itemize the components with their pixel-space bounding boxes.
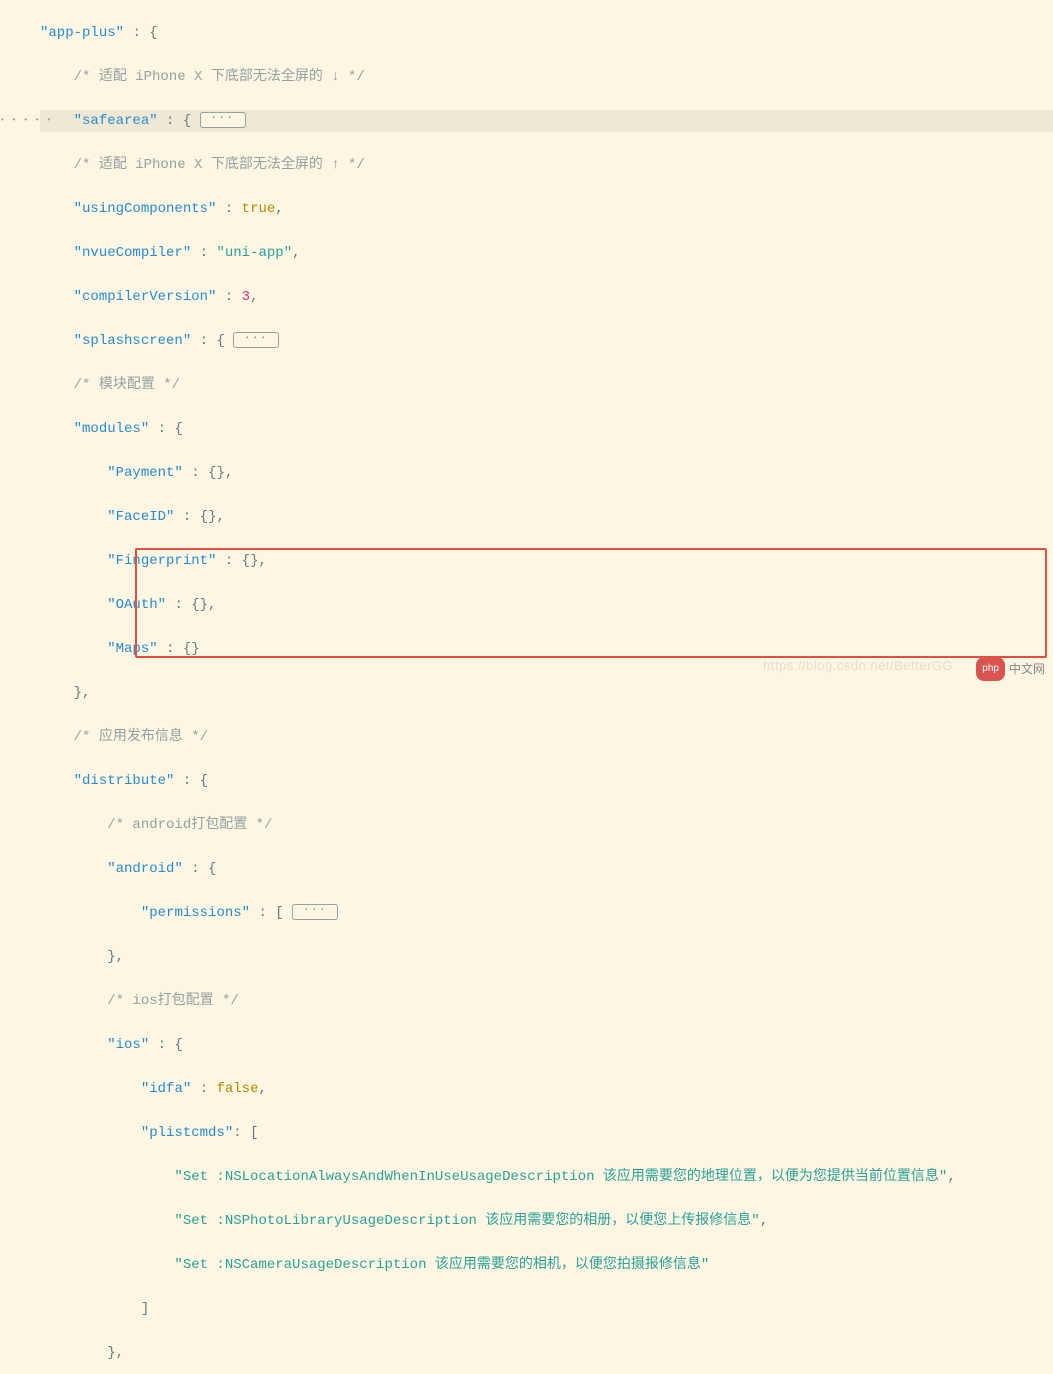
key-oauth: OAuth bbox=[116, 597, 158, 613]
key-faceid: FaceID bbox=[116, 509, 166, 525]
code-line: /* 适配 iPhone X 下底部无法全屏的 ↑ */ bbox=[40, 154, 1053, 176]
key-maps: Maps bbox=[116, 641, 150, 657]
fold-dots: • • • • • bbox=[0, 110, 40, 132]
key-idfa: idfa bbox=[149, 1081, 183, 1097]
watermark: php 中文网 bbox=[976, 657, 1045, 681]
code-line: "Set :NSCameraUsageDescription 该应用需要您的相机… bbox=[40, 1254, 1053, 1276]
key-fingerprint: Fingerprint bbox=[116, 553, 208, 569]
val-nvue-compiler: uni-app bbox=[225, 245, 284, 261]
highlighted-line: • • • • • "safearea" : { ··· bbox=[40, 110, 1053, 132]
watermark-badge: php bbox=[976, 657, 1005, 681]
watermark-text: 中文网 bbox=[1009, 658, 1045, 680]
code-line: "modules" : { bbox=[40, 418, 1053, 440]
code-line: "Fingerprint" : {}, bbox=[40, 550, 1053, 572]
comment-iphonex-down: /* 适配 iPhone X 下底部无法全屏的 ↓ */ bbox=[74, 69, 365, 85]
fold-button-splashscreen[interactable]: ··· bbox=[233, 332, 279, 348]
key-safearea: safearea bbox=[82, 113, 149, 129]
code-line: ] bbox=[40, 1298, 1053, 1320]
key-permissions: permissions bbox=[149, 905, 241, 921]
gutter bbox=[0, 0, 40, 687]
key-android: android bbox=[116, 861, 175, 877]
comment-android-pack: /* android打包配置 */ bbox=[107, 817, 272, 833]
code-line: "usingComponents" : true, bbox=[40, 198, 1053, 220]
watermark-faint: https://blog.csdn.net/BetterGG bbox=[763, 655, 953, 677]
val-compiler-version: 3 bbox=[242, 289, 250, 305]
code-line: /* ios打包配置 */ bbox=[40, 990, 1053, 1012]
key-ios: ios bbox=[116, 1037, 141, 1053]
code-line: /* 应用发布信息 */ bbox=[40, 726, 1053, 748]
code-line: "distribute" : { bbox=[40, 770, 1053, 792]
code-line: }, bbox=[40, 946, 1053, 968]
code-line: "OAuth" : {}, bbox=[40, 594, 1053, 616]
val-using-components: true bbox=[242, 201, 276, 217]
key-plistcmds: plistcmds bbox=[149, 1125, 225, 1141]
code-line: }, bbox=[40, 1342, 1053, 1364]
code-line: "android" : { bbox=[40, 858, 1053, 880]
comment-app-release: /* 应用发布信息 */ bbox=[74, 729, 208, 745]
key-splashscreen: splashscreen bbox=[82, 333, 183, 349]
code-line: "plistcmds": [ bbox=[40, 1122, 1053, 1144]
key-nvue-compiler: nvueCompiler bbox=[82, 245, 183, 261]
code-line: "app-plus" : { bbox=[40, 22, 1053, 44]
code-line: "permissions" : [ ··· bbox=[40, 902, 1053, 924]
plistcmd-1: Set :NSPhotoLibraryUsageDescription 该应用需… bbox=[183, 1213, 751, 1229]
code-line: "Set :NSLocationAlwaysAndWhenInUseUsageD… bbox=[40, 1166, 1053, 1188]
fold-button-permissions[interactable]: ··· bbox=[292, 904, 338, 920]
comment-ios-pack: /* ios打包配置 */ bbox=[107, 993, 239, 1009]
key-distribute: distribute bbox=[82, 773, 166, 789]
fold-button-safearea[interactable]: ··· bbox=[200, 112, 246, 128]
code-line: "splashscreen" : { ··· bbox=[40, 330, 1053, 352]
code-line: /* 模块配置 */ bbox=[40, 374, 1053, 396]
comment-module-config: /* 模块配置 */ bbox=[74, 377, 180, 393]
comment-iphonex-up: /* 适配 iPhone X 下底部无法全屏的 ↑ */ bbox=[74, 157, 365, 173]
val-idfa: false bbox=[216, 1081, 258, 1097]
plistcmd-0: Set :NSLocationAlwaysAndWhenInUseUsageDe… bbox=[183, 1169, 939, 1185]
code-line: "FaceID" : {}, bbox=[40, 506, 1053, 528]
key-app-plus: app-plus bbox=[48, 25, 115, 41]
key-payment: Payment bbox=[116, 465, 175, 481]
key-modules: modules bbox=[82, 421, 141, 437]
code-line: "Set :NSPhotoLibraryUsageDescription 该应用… bbox=[40, 1210, 1053, 1232]
code-editor: "app-plus" : { /* 适配 iPhone X 下底部无法全屏的 ↓… bbox=[0, 0, 1053, 1374]
key-using-components: usingComponents bbox=[82, 201, 208, 217]
plistcmd-2: Set :NSCameraUsageDescription 该应用需要您的相机，… bbox=[183, 1257, 701, 1273]
code-line: }, bbox=[40, 682, 1053, 704]
key-compiler-version: compilerVersion bbox=[82, 289, 208, 305]
code-line: "compilerVersion" : 3, bbox=[40, 286, 1053, 308]
code-line: /* 适配 iPhone X 下底部无法全屏的 ↓ */ bbox=[40, 66, 1053, 88]
code-line: "nvueCompiler" : "uni-app", bbox=[40, 242, 1053, 264]
code-line: "Payment" : {}, bbox=[40, 462, 1053, 484]
code-line: /* android打包配置 */ bbox=[40, 814, 1053, 836]
code-line: "ios" : { bbox=[40, 1034, 1053, 1056]
code-line: "idfa" : false, bbox=[40, 1078, 1053, 1100]
